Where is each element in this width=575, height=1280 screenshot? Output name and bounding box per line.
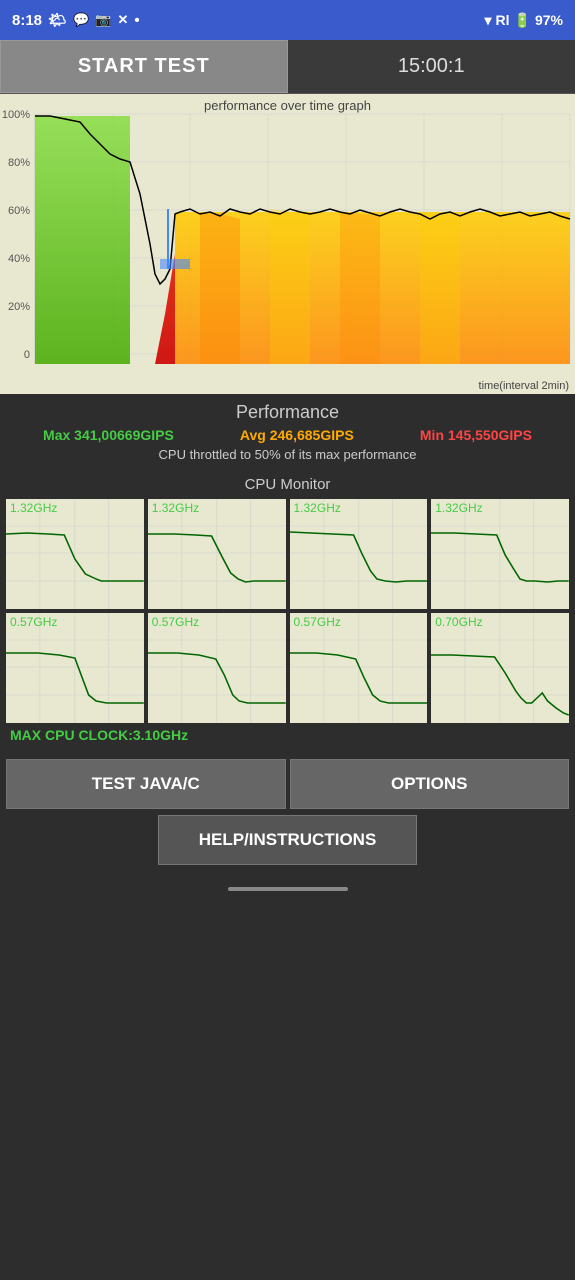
cpu-core-7-freq: 0.70GHz <box>435 615 482 629</box>
cpu-core-2: 1.32GHz <box>290 499 428 609</box>
performance-stats: Max 341,00669GIPS Avg 246,685GIPS Min 14… <box>10 427 565 443</box>
svg-text:60%: 60% <box>8 205 30 217</box>
battery-icon: 🔋 <box>514 12 531 29</box>
cpu-core-0: 1.32GHz <box>6 499 144 609</box>
svg-text:20%: 20% <box>8 301 30 313</box>
cpu-core-4-freq: 0.57GHz <box>10 615 57 629</box>
cpu-core-0-graph <box>6 499 144 609</box>
time-display: 8:18 <box>12 12 42 29</box>
cpu-core-3-freq: 1.32GHz <box>435 501 482 515</box>
max-cpu-clock: MAX CPU CLOCK:3.10GHz <box>6 727 569 743</box>
help-button-container: HELP/INSTRUCTIONS <box>0 815 575 865</box>
throttle-text: CPU throttled to 50% of its max performa… <box>10 447 565 462</box>
performance-title: Performance <box>10 402 565 423</box>
bottom-buttons: TEST JAVA/C OPTIONS <box>6 759 569 809</box>
svg-text:80%: 80% <box>8 157 30 169</box>
cpu-core-6: 0.57GHz <box>290 613 428 723</box>
performance-graph-section: performance over time graph 100% 80% 60%… <box>0 94 575 394</box>
signal-icon: Rl <box>496 12 510 28</box>
cpu-core-5-freq: 0.57GHz <box>152 615 199 629</box>
status-left: 8:18 🌤 💬 📷 ✕ • <box>12 11 140 29</box>
whatsapp-icon: 💬 <box>73 12 89 28</box>
cpu-core-5: 0.57GHz <box>148 613 286 723</box>
home-indicator <box>0 871 575 899</box>
stat-max: Max 341,00669GIPS <box>43 427 174 443</box>
timer-display: 15:00:1 <box>288 41 575 92</box>
cpu-core-0-freq: 1.32GHz <box>10 501 57 515</box>
performance-graph: 100% 80% 60% 40% 20% 0 <box>0 94 575 394</box>
options-button[interactable]: OPTIONS <box>290 759 570 809</box>
cpu-monitor-title: CPU Monitor <box>6 476 569 493</box>
home-bar <box>228 887 348 891</box>
time-axis-label: time(interval 2min) <box>479 380 569 392</box>
cpu-core-3: 1.32GHz <box>431 499 569 609</box>
stat-avg: Avg 246,685GIPS <box>240 427 354 443</box>
dot-icon: • <box>134 12 139 29</box>
cpu-core-1: 1.32GHz <box>148 499 286 609</box>
cpu-core-1-freq: 1.32GHz <box>152 501 199 515</box>
status-right: ▾ Rl 🔋 97% <box>485 12 564 29</box>
performance-section: Performance Max 341,00669GIPS Avg 246,68… <box>0 394 575 472</box>
x-icon: ✕ <box>117 12 128 28</box>
cpu-grid: 1.32GHz 1.32GHz <box>6 499 569 723</box>
graph-title: performance over time graph <box>0 94 575 113</box>
cpu-core-7: 0.70GHz <box>431 613 569 723</box>
wifi-icon: ▾ <box>485 12 492 29</box>
cpu-core-6-freq: 0.57GHz <box>294 615 341 629</box>
cpu-core-2-freq: 1.32GHz <box>294 501 341 515</box>
cpu-monitor-section: CPU Monitor 1.32GHz 1.32GHz <box>0 472 575 755</box>
weather-icon: 🌤 <box>48 11 67 29</box>
battery-percent: 97% <box>535 12 563 28</box>
status-bar: 8:18 🌤 💬 📷 ✕ • ▾ Rl 🔋 97% <box>0 0 575 40</box>
svg-text:40%: 40% <box>8 253 30 265</box>
start-test-button[interactable]: START TEST <box>0 40 288 93</box>
cpu-core-4: 0.57GHz <box>6 613 144 723</box>
instagram-icon: 📷 <box>95 12 111 28</box>
top-controls: START TEST 15:00:1 <box>0 40 575 94</box>
test-java-c-button[interactable]: TEST JAVA/C <box>6 759 286 809</box>
svg-text:0: 0 <box>24 349 30 361</box>
help-instructions-button[interactable]: HELP/INSTRUCTIONS <box>158 815 418 865</box>
stat-min: Min 145,550GIPS <box>420 427 532 443</box>
